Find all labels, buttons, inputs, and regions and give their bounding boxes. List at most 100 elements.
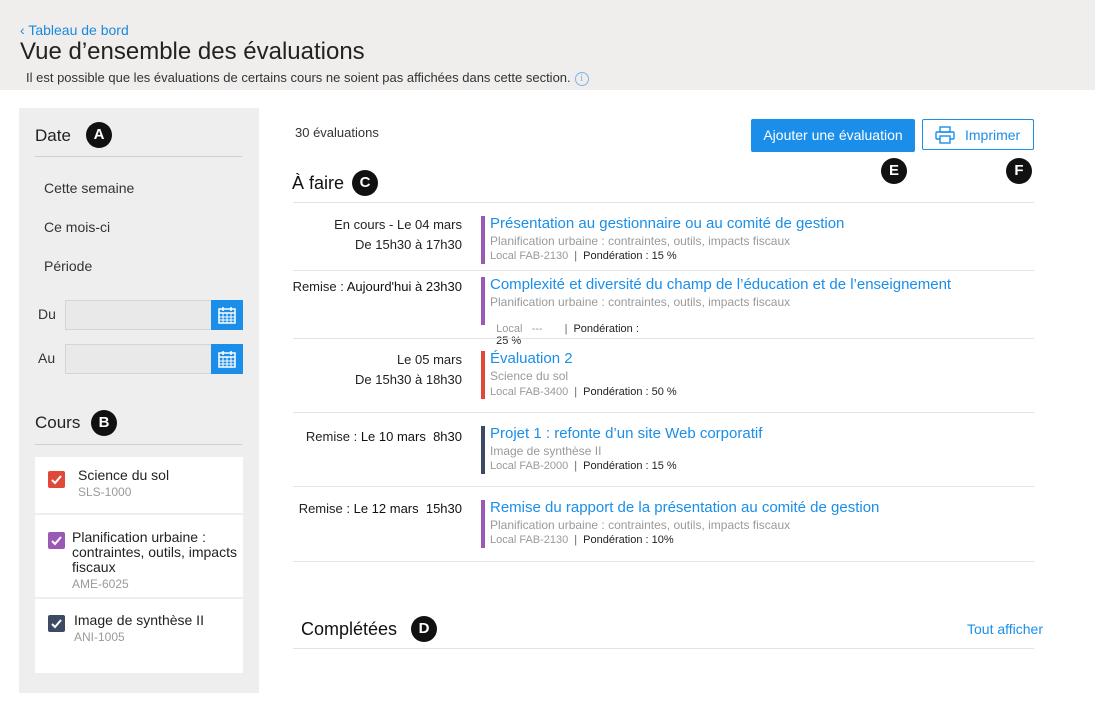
weight-value: 50 % [651,386,677,398]
page-header: ‹ Tableau de bord Vue d’ensemble des éva… [0,0,1095,90]
print-button-label: Imprimer [965,127,1021,143]
evaluation-local: Local --- [496,323,543,335]
course-code: ANI-1005 [74,630,125,644]
weight-value: 10% [651,534,674,546]
callout-badge-a: A [86,122,112,148]
page-note: Il est possible que les évaluations de c… [26,70,589,86]
date-section-title: Date [35,126,71,145]
to-calendar-button[interactable] [211,344,243,374]
divider [293,648,1034,649]
course-list: Science du sol SLS-1000 Planification ur… [35,457,243,673]
from-date-input[interactable] [65,300,211,330]
evaluation-course: Planification urbaine : contraintes, out… [490,234,791,248]
page-note-text: Il est possible que les évaluations de c… [26,70,571,85]
date-line-2: De 15h30 à 17h30 [355,237,462,252]
to-date-input[interactable] [65,344,211,374]
evaluation-course: Planification urbaine : contraintes, out… [490,518,791,532]
weight-value: 25 % [496,335,522,347]
print-button[interactable]: Imprimer [922,119,1034,150]
divider [293,412,1034,413]
weight-label: Pondération : [583,534,649,546]
add-evaluation-button[interactable]: Ajouter une évaluation [751,119,915,152]
course-color-bar [481,216,485,264]
evaluation-title-link[interactable]: Complexité et diversité du champ de l’éd… [490,276,951,293]
evaluation-local: Local FAB-2000 [490,460,569,472]
calendar-icon [218,351,236,368]
evaluation-title-link[interactable]: Présentation au gestionnaire ou au comit… [490,215,844,232]
divider [293,202,1034,203]
date-line-1: Remise : Le 12 mars 15h30 [287,499,462,519]
date-prefix: Remise : [298,501,354,516]
filter-period[interactable]: Période [44,258,92,274]
course-item-ame-6025[interactable]: Planification urbaine : contraintes, out… [35,515,243,599]
filter-this-week[interactable]: Cette semaine [44,180,134,196]
course-color-bar [481,277,485,325]
completed-section-title: Complétées [301,619,398,639]
date-line-1: Le 05 mars [396,352,462,367]
evaluation-title-link[interactable]: Projet 1 : refonte d’un site Web corpora… [490,425,762,442]
callout-badge-b: B [91,410,117,436]
evaluation-meta: Local FAB-3400 | Pondération : 50 % [490,386,677,398]
filter-this-month[interactable]: Ce mois-ci [44,219,110,235]
chevron-left-icon: ‹ [20,22,25,38]
to-label: Au [38,350,56,366]
course-item-ani-1005[interactable]: Image de synthèse II ANI-1005 [35,599,243,659]
date-line-1: Remise : Le 10 mars 8h30 [287,427,462,447]
back-link[interactable]: ‹ Tableau de bord [20,22,129,38]
courses-section-title: Cours [35,413,81,432]
weight-value: 15 % [651,460,677,472]
date-prefix: Remise : [292,279,347,294]
evaluation-local: Local FAB-2130 [490,250,569,262]
divider [293,561,1034,562]
evaluation-meta: Local FAB-2130 | Pondération : 10% [490,534,674,546]
info-icon[interactable]: i [574,72,589,86]
evaluation-meta: Local FAB-2000 | Pondération : 15 % [490,460,677,472]
evaluation-date: En cours - Le 04 mars De 15h30 à 17h30 [287,215,462,255]
checkmark-icon [51,536,62,546]
course-name: Image de synthèse II [74,612,204,628]
weight-label: Pondération : [583,250,649,262]
divider [293,486,1034,487]
callout-badge-d: D [411,616,437,642]
printer-icon [935,126,955,144]
divider [293,338,1034,339]
weight-label: Pondération : [583,460,649,472]
evaluation-count: 30 évaluations [295,125,379,140]
date-value: Le 10 mars 8h30 [360,429,462,444]
course-name: Planification urbaine : contraintes, out… [72,529,237,575]
course-code: AME-6025 [72,577,129,591]
course-color-bar [481,500,485,548]
evaluation-title-link[interactable]: Évaluation 2 [490,350,573,367]
course-item-sls-1000[interactable]: Science du sol SLS-1000 [35,457,243,515]
todo-section-title: À faire [292,173,345,193]
evaluation-meta: Local --- | Pondération : 25 % [496,323,639,347]
course-name: Science du sol [78,467,170,483]
course-code: SLS-1000 [78,485,132,499]
from-label: Du [38,306,56,322]
divider [293,270,1034,271]
course-checkbox[interactable] [48,532,65,549]
date-value: Aujourd'hui à 23h30 [346,279,462,294]
evaluation-local: Local FAB-3400 [490,386,569,398]
evaluation-local: Local FAB-2130 [490,534,569,546]
evaluation-date: Le 05 mars De 15h30 à 18h30 [287,350,462,390]
checkmark-icon [51,619,62,629]
show-all-link[interactable]: Tout afficher [967,621,1043,637]
from-calendar-button[interactable] [211,300,243,330]
date-prefix: Remise : [305,429,361,444]
date-line-1: En cours - Le 04 mars [334,217,462,232]
date-line-1: Remise : Aujourd'hui à 23h30 [287,277,462,297]
weight-label: Pondération : [573,323,639,335]
evaluation-title-link[interactable]: Remise du rapport de la présentation au … [490,499,879,516]
date-value: Le 12 mars 15h30 [353,501,462,516]
divider [35,156,242,157]
course-checkbox[interactable] [48,471,65,488]
date-line-2: De 15h30 à 18h30 [355,372,462,387]
evaluation-date: Remise : Le 10 mars 8h30 [287,427,462,447]
course-checkbox[interactable] [48,615,65,632]
evaluation-course: Planification urbaine : contraintes, out… [490,295,791,309]
evaluation-course: Image de synthèse II [490,444,602,458]
evaluation-date: Remise : Aujourd'hui à 23h30 [287,277,462,297]
weight-label: Pondération : [583,386,649,398]
page-title: Vue d’ensemble des évaluations [20,38,365,65]
